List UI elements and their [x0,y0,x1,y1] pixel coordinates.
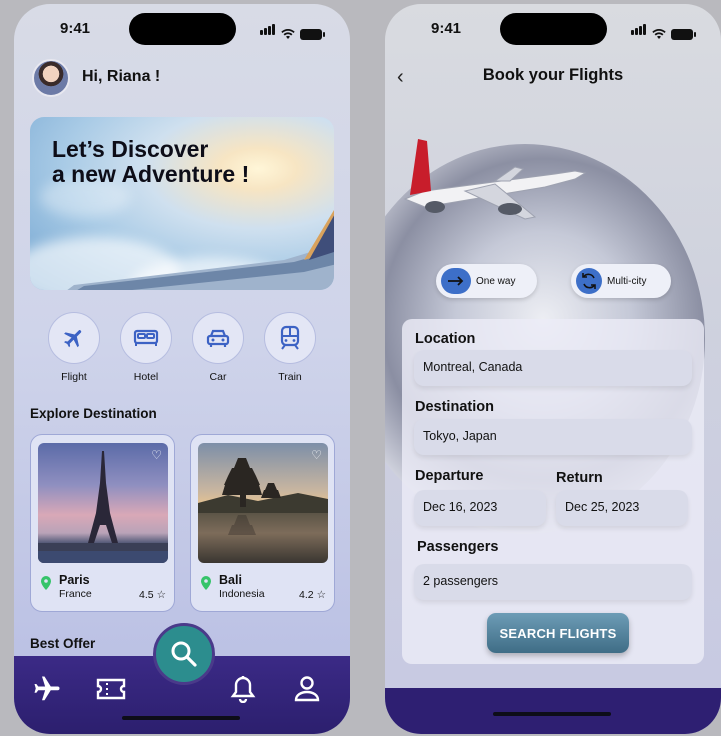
category-icon-wrap [48,312,100,364]
favorite-heart-icon[interactable]: ♡ [311,448,322,462]
location-pin-icon [41,576,51,590]
arrow-right-icon [441,268,471,294]
nav-flight[interactable] [30,672,64,706]
location-label: Location [415,331,476,347]
dynamic-island [500,13,607,45]
location-pin-icon [201,576,211,590]
greeting: Hi, Riana ! [82,68,161,85]
nav-tickets[interactable] [94,672,128,706]
search-fab-button[interactable] [153,623,215,685]
status-icons [260,22,325,40]
destination-country: Indonesia [219,588,265,600]
category-icon-wrap [264,312,316,364]
bali-photo: ♡ [198,443,328,563]
wifi-icon [281,29,295,39]
signal-icon [260,22,276,40]
wifi-icon [652,29,666,39]
home-screen: 9:41 Hi, Riana ! Let’s Discover a new Ad… [14,4,350,734]
destination-name: Bali [219,573,242,587]
category-train[interactable]: Train [263,312,317,383]
battery-icon [671,29,696,40]
bali-temple-image [198,458,328,535]
category-icon-wrap [120,312,172,364]
avatar[interactable] [32,59,70,97]
return-date-field[interactable]: Dec 25, 2023 [556,490,688,526]
train-icon [280,325,300,350]
status-bar: 9:41 [14,4,350,54]
return-label: Return [556,470,603,486]
category-hotel[interactable]: Hotel [119,312,173,383]
departure-date-field[interactable]: Dec 16, 2023 [414,490,546,526]
user-icon [294,676,320,702]
destination-field[interactable]: Tokyo, Japan [414,419,692,455]
destination-rating: 4.5 ☆ [139,589,166,601]
one-way-label: One way [476,275,516,287]
destination-country: France [59,588,92,600]
passengers-label: Passengers [417,539,499,555]
search-flights-button[interactable]: SEARCH FLIGHTS [487,613,629,653]
destination-card-bali[interactable]: ♡ Bali Indonesia 4.2 ☆ [190,434,335,612]
category-label: Train [278,371,302,383]
category-car[interactable]: Car [191,312,245,383]
nav-profile[interactable] [290,672,324,706]
dynamic-island [129,13,236,45]
category-label: Hotel [133,371,159,383]
bell-icon [230,676,256,703]
home-indicator [493,712,611,716]
destination-label: Destination [415,399,494,415]
status-bar: 9:41 [385,4,721,54]
multi-city-label: Multi-city [607,275,647,287]
rating-value: 4.5 [139,589,154,601]
paris-photo: ♡ [38,443,168,563]
trip-type-multi-city[interactable]: Multi-city [571,264,671,298]
battery-icon [300,29,325,40]
status-icons [631,22,696,40]
departure-label: Departure [415,468,484,484]
rating-value: 4.2 [299,589,314,601]
signal-icon [631,22,647,40]
category-icon-wrap [192,312,244,364]
hero-title-line2: a new Adventure ! [52,161,250,187]
bottom-bar [385,688,721,734]
nav-notifications[interactable] [226,672,260,706]
airplane-icon [64,330,82,348]
airplane-wing-image [67,210,334,290]
home-indicator [122,716,240,720]
star-icon: ☆ [156,589,166,601]
passengers-field[interactable]: 2 passengers [414,564,692,600]
favorite-heart-icon[interactable]: ♡ [151,448,162,462]
category-flight[interactable]: Flight [47,312,101,383]
explore-destination-title: Explore Destination [30,406,157,421]
page-title: Book your Flights [482,66,624,84]
airliner-image [403,139,587,220]
eiffel-tower-image [38,451,168,563]
car-icon [206,329,230,347]
destination-rating: 4.2 ☆ [299,589,326,601]
destination-card-paris[interactable]: ♡ Paris France 4.5 ☆ [30,434,175,612]
status-time: 9:41 [431,20,462,37]
hero-title: Let’s Discover a new Adventure ! [52,137,249,187]
best-offer-title: Best Offer [30,636,96,651]
status-time: 9:41 [60,20,91,37]
trip-type-one-way[interactable]: One way [436,264,537,298]
category-label: Car [209,371,227,383]
bed-icon [133,329,159,346]
search-icon [171,641,197,667]
ticket-icon [96,678,126,700]
hero-banner[interactable]: Let’s Discover a new Adventure ! [30,117,334,290]
hero-title-line1: Let’s Discover [52,136,209,162]
category-label: Flight [61,371,87,383]
booking-screen: 9:41 ‹ Book your Flights One way Multi-c… [385,4,721,734]
destination-name: Paris [59,573,90,587]
star-icon: ☆ [316,589,326,601]
location-field[interactable]: Montreal, Canada [414,350,692,386]
airplane-icon [34,676,60,701]
refresh-icon [576,268,602,294]
